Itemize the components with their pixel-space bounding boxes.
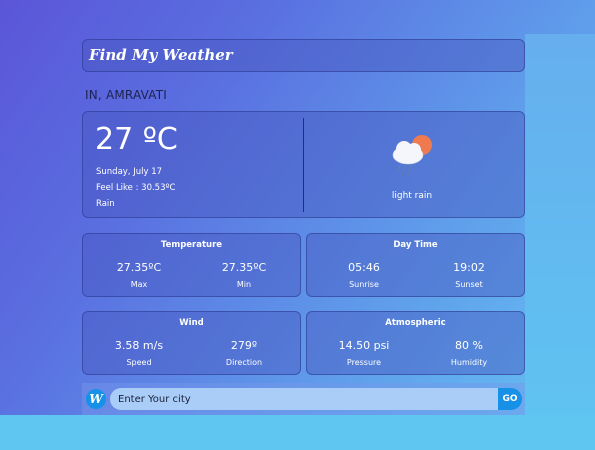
app-title: Find My Weather [89,46,233,64]
cloud-sun-rain-icon [392,135,432,177]
sunrise-label: Sunrise [349,280,379,289]
go-button[interactable]: GO [498,388,522,410]
wind-card-title: Wind [179,318,204,328]
city-search-input[interactable] [110,388,498,410]
wind-direction-value: 279º [230,339,258,352]
feels-like: Feel Like : 30.53ºC [96,183,176,193]
wind-direction-label: Direction [225,358,263,367]
temperature-card-title: Temperature [160,240,223,250]
page-background-right [525,34,595,415]
sunrise-value: 05:46 [348,261,380,274]
wind-speed-label: Speed [126,358,152,367]
weather-logo-icon: W [86,389,106,409]
weather-condition: Rain [96,199,115,209]
daytime-card: Day Time 05:46 Sunrise 19:02 Sunset [306,233,525,297]
wind-card: Wind 3.58 m/s Speed 279º Direction [82,311,301,375]
atmospheric-card: Atmospheric 14.50 psi Pressure 80 % Humi… [306,311,525,375]
pressure-label: Pressure [346,358,382,367]
pressure-value: 14.50 psi [338,339,390,352]
location-label: IN, AMRAVATI [85,88,167,102]
max-temperature-value: 27.35ºC [116,261,162,274]
current-date: Sunday, July 17 [96,167,163,177]
panel-divider [303,118,304,212]
current-weather-panel: 27 ºC Sunday, July 17 Feel Like : 30.53º… [82,111,525,218]
weather-description: light rain [391,191,433,201]
app-header: Find My Weather [82,39,525,72]
temperature-card: Temperature 27.35ºC Max 27.35ºC Min [82,233,301,297]
max-temperature-label: Max [130,280,148,289]
sunset-value: 19:02 [453,261,485,274]
humidity-label: Humidity [450,358,488,367]
min-temperature-label: Min [236,280,252,289]
atmospheric-card-title: Atmospheric [385,318,446,328]
page-bottom-band [0,415,595,450]
current-temperature: 27 ºC [95,122,178,157]
city-search-bar: W GO [82,383,525,415]
sunset-label: Sunset [455,280,483,289]
wind-speed-value: 3.58 m/s [114,339,164,352]
daytime-card-title: Day Time [393,240,438,250]
min-temperature-value: 27.35ºC [221,261,267,274]
humidity-value: 80 % [455,339,483,352]
